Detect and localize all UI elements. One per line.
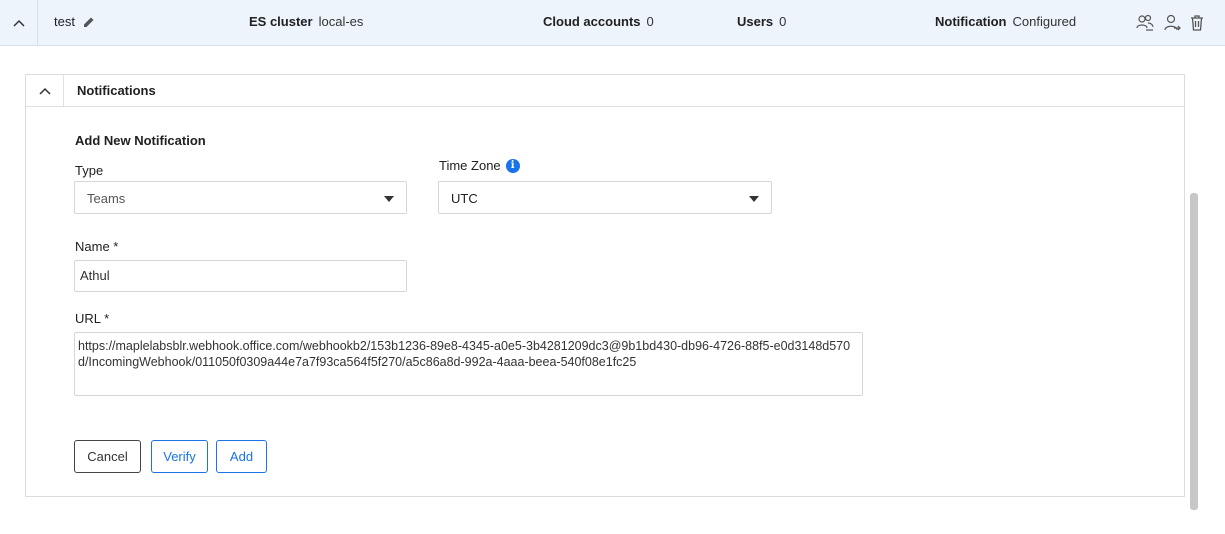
collapse-account-button[interactable] — [0, 0, 38, 46]
es-cluster-label: ES cluster — [249, 14, 313, 29]
cloud-accounts-info: Cloud accounts 0 — [543, 14, 654, 29]
type-label-text: Type — [75, 163, 104, 178]
verify-button[interactable]: Verify — [151, 440, 208, 473]
type-select[interactable]: Teams — [74, 181, 407, 214]
chevron-up-icon — [12, 19, 25, 27]
add-button[interactable]: Add — [216, 440, 267, 473]
users-icon[interactable] — [1134, 12, 1156, 34]
vertical-scrollbar[interactable] — [1190, 193, 1198, 510]
account-name: test — [54, 14, 75, 29]
url-textarea[interactable]: https://maplelabsblr.webhook.office.com/… — [74, 332, 863, 396]
timezone-select[interactable]: UTC — [438, 181, 772, 214]
notifications-panel-header: Notifications — [26, 75, 1184, 107]
name-input[interactable]: Athul — [74, 260, 407, 292]
es-cluster-info: ES cluster local-es — [249, 14, 363, 29]
type-select-value: Teams — [87, 191, 126, 206]
collapse-notifications-button[interactable] — [26, 75, 64, 106]
timezone-select-value: UTC — [451, 191, 478, 206]
cloud-accounts-label: Cloud accounts — [543, 14, 641, 29]
info-icon[interactable]: i — [505, 158, 520, 173]
delete-icon[interactable] — [1186, 12, 1208, 34]
edit-icon[interactable] — [83, 16, 95, 28]
chevron-up-icon — [38, 87, 51, 95]
users-value: 0 — [779, 14, 787, 29]
notification-label: Notification — [935, 14, 1007, 29]
name-label-text: Name * — [75, 239, 119, 254]
users-label: Users — [737, 14, 774, 29]
url-label: URL * — [75, 311, 109, 326]
cancel-button[interactable]: Cancel — [74, 440, 141, 473]
users-info: Users 0 — [737, 14, 786, 29]
chevron-down-icon — [384, 196, 394, 202]
account-header-bar: test ES cluster local-es Cloud accounts 0 … — [0, 0, 1225, 46]
timezone-label: Time Zone i — [439, 158, 520, 173]
url-label-text: URL * — [75, 311, 110, 326]
type-label: Type — [75, 163, 103, 178]
notifications-panel-title: Notifications — [77, 83, 156, 98]
add-notification-heading: Add New Notification — [75, 133, 206, 148]
timezone-label-text: Time Zone — [439, 158, 501, 173]
user-access-icon[interactable] — [1161, 12, 1183, 34]
notification-status: Configured — [1012, 14, 1077, 29]
es-cluster-value: local-es — [318, 14, 364, 29]
cloud-accounts-value: 0 — [646, 14, 654, 29]
name-label: Name * — [75, 239, 118, 254]
chevron-down-icon — [749, 196, 759, 202]
notification-info: Notification Configured — [935, 14, 1076, 29]
account-name-group: test — [54, 14, 95, 29]
